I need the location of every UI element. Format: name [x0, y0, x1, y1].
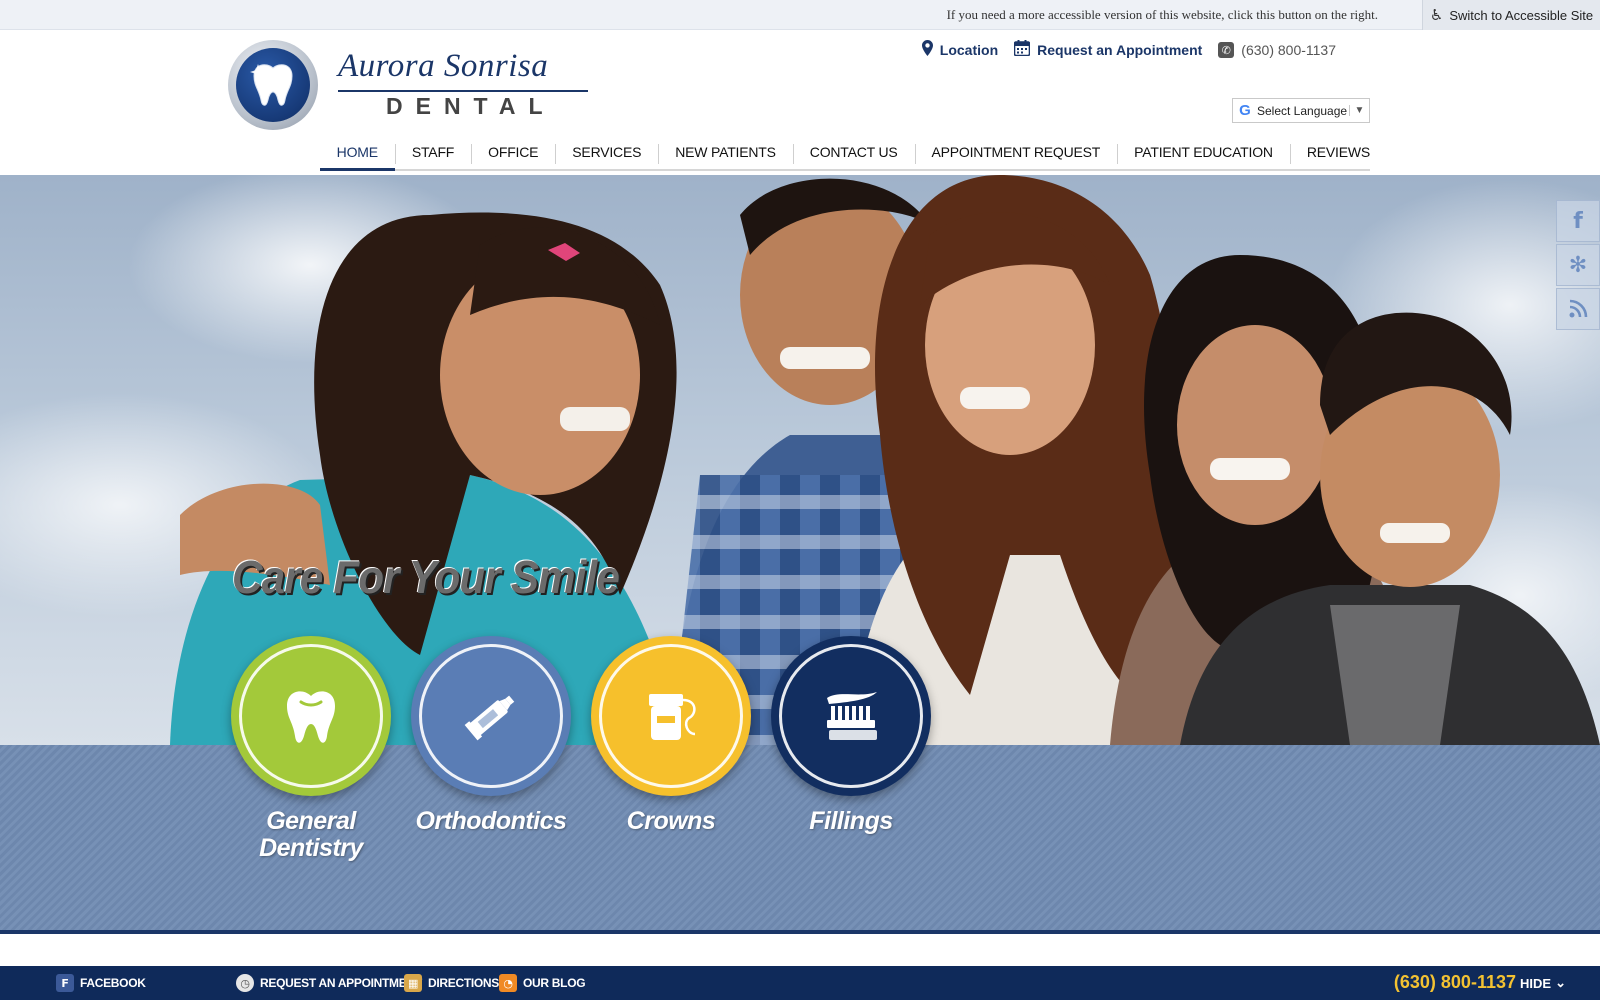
logo-name: Aurora Sonrisa	[338, 48, 549, 84]
service-general-dentistry[interactable]: General Dentistry	[229, 636, 393, 862]
yelp-button[interactable]: ✻	[1556, 244, 1600, 286]
switch-accessible-site-button[interactable]: ♿ Switch to Accessible Site	[1422, 0, 1600, 30]
request-appointment-label: Request an Appointment	[1037, 42, 1203, 58]
toothbrush-icon	[827, 692, 877, 740]
calendar-icon	[1013, 40, 1031, 60]
tooth-icon	[287, 691, 335, 743]
nav-item-office[interactable]: OFFICE	[471, 135, 555, 169]
location-label: Location	[939, 42, 999, 58]
service-label: Crowns	[626, 807, 716, 835]
nav-item-reviews[interactable]: REVIEWS	[1289, 135, 1370, 169]
service-label: Fillings	[809, 807, 893, 835]
request-appointment-link[interactable]: Request an Appointment	[1013, 40, 1203, 60]
band-spacer	[0, 934, 1600, 966]
service-circle	[411, 636, 571, 796]
language-select[interactable]: G Select Language ▼	[1232, 98, 1370, 123]
chevron-down-icon: ⌄	[1555, 975, 1566, 990]
facebook-icon: f	[1573, 208, 1583, 234]
service-crowns[interactable]: Crowns	[589, 636, 753, 835]
rss-button[interactable]	[1556, 288, 1600, 330]
map-icon: ▦	[404, 974, 422, 992]
footer-appointment-link[interactable]: ◷ REQUEST AN APPOINTMENT	[236, 974, 422, 992]
footer-hide-label: HIDE	[1520, 975, 1552, 991]
footer-directions-label: DIRECTIONS	[428, 976, 500, 990]
site-logo[interactable]: Aurora Sonrisa DENTAL	[228, 38, 588, 130]
social-sidebar: f ✻	[1556, 200, 1600, 330]
nav-item-services[interactable]: SERVICES	[555, 135, 658, 169]
service-circle	[231, 636, 391, 796]
facebook-icon: f	[56, 974, 74, 992]
language-select-label: Select Language	[1257, 103, 1348, 118]
footer-directions-link[interactable]: ▦ DIRECTIONS	[404, 974, 499, 992]
footer-hide-button[interactable]: HIDE ⌄	[1520, 975, 1566, 991]
clock-icon: ◷	[236, 974, 254, 992]
header-phone-number: (630) 800-1137	[1241, 42, 1336, 58]
service-label: General Dentistry	[259, 807, 363, 862]
google-icon: G	[1239, 102, 1251, 119]
footer-appointment-label: REQUEST AN APPOINTMENT	[260, 976, 422, 990]
map-pin-icon	[921, 40, 933, 60]
service-fillings[interactable]: Fillings	[769, 636, 933, 835]
floss-icon	[649, 694, 696, 740]
service-circle	[591, 636, 751, 796]
hero-tagline: Care For Your Smile	[232, 551, 620, 603]
footer-blog-label: OUR BLOG	[523, 976, 586, 990]
logo-subtitle: DENTAL	[386, 93, 556, 119]
switch-accessible-site-label: Switch to Accessible Site	[1449, 7, 1594, 23]
rss-icon: ◔	[499, 974, 517, 992]
service-circle	[771, 636, 931, 796]
nav-item-home[interactable]: HOME	[319, 135, 396, 171]
footer-bar: f FACEBOOK ◷ REQUEST AN APPOINTMENT ▦ DI…	[0, 966, 1600, 1000]
logo-divider	[338, 90, 588, 92]
nav-item-appointment-request[interactable]: APPOINTMENT REQUEST	[914, 135, 1118, 169]
nav-item-patient-education[interactable]: PATIENT EDUCATION	[1117, 135, 1290, 169]
logo-badge	[228, 40, 318, 130]
nav-item-staff[interactable]: STAFF	[394, 135, 471, 169]
footer-blog-link[interactable]: ◔ OUR BLOG	[499, 974, 586, 992]
header-phone-link[interactable]: ✆ (630) 800-1137	[1218, 42, 1336, 58]
location-link[interactable]: Location	[921, 40, 999, 60]
accessibility-bar: If you need a more accessible version of…	[0, 0, 1600, 30]
footer-phone-number[interactable]: (630) 800-1137	[1394, 972, 1516, 993]
main-nav: HOME STAFF OFFICE SERVICES NEW PATIENTS …	[319, 135, 1370, 171]
phone-icon: ✆	[1218, 42, 1235, 58]
yelp-icon: ✻	[1568, 252, 1588, 278]
site-header: Aurora Sonrisa DENTAL Location Request a…	[0, 30, 1600, 175]
nav-item-new-patients[interactable]: NEW PATIENTS	[658, 135, 793, 169]
footer-facebook-label: FACEBOOK	[80, 976, 146, 990]
rss-icon	[1569, 299, 1588, 318]
service-orthodontics[interactable]: Orthodontics	[409, 636, 573, 835]
chevron-down-icon: ▼	[1349, 105, 1369, 116]
nav-item-contact-us[interactable]: CONTACT US	[792, 135, 915, 169]
wheelchair-icon: ♿	[1429, 6, 1444, 24]
accessibility-message: If you need a more accessible version of…	[946, 7, 1378, 22]
facebook-button[interactable]: f	[1556, 200, 1600, 242]
header-contacts: Location Request an Appointment ✆ (630) …	[921, 40, 1336, 60]
toothpaste-icon	[464, 695, 515, 741]
service-label: Orthodontics	[415, 807, 567, 835]
tooth-logo-icon	[250, 64, 293, 106]
footer-facebook-link[interactable]: f FACEBOOK	[56, 974, 146, 992]
